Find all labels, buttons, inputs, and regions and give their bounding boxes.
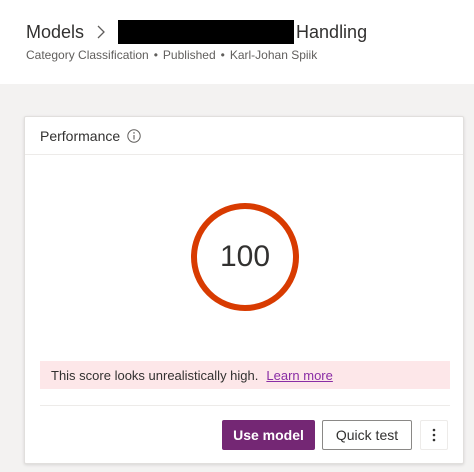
breadcrumb-models-link[interactable]: Models: [26, 22, 84, 43]
use-model-button[interactable]: Use model: [222, 420, 315, 450]
learn-more-link[interactable]: Learn more: [266, 368, 332, 383]
breadcrumb: Models Handling: [26, 19, 367, 45]
performance-title: Performance: [40, 127, 121, 144]
divider: [40, 405, 450, 406]
meta-author: Karl-Johan Spiik: [229, 48, 318, 62]
score-gauge: 100: [189, 201, 301, 313]
meta-separator: •: [153, 48, 158, 62]
warning-text: This score looks unrealistically high.: [51, 367, 259, 383]
redacted-block: [118, 20, 295, 44]
performance-card: Performance 100 This score looks unreali…: [24, 116, 464, 464]
quick-test-button[interactable]: Quick test: [322, 420, 412, 450]
more-options-button[interactable]: [420, 420, 448, 450]
chevron-right-icon: [97, 25, 105, 39]
meta-status: Published: [162, 48, 216, 62]
score-warning-banner: This score looks unrealistically high. L…: [40, 361, 450, 389]
performance-card-header: Performance: [25, 117, 463, 155]
meta-separator: •: [220, 48, 225, 62]
score-value: 100: [219, 240, 271, 273]
info-icon[interactable]: [127, 128, 141, 143]
model-meta: Category Classification • Published • Karl-J…: [26, 48, 317, 62]
meta-category: Category Classification: [26, 48, 149, 62]
more-vertical-icon: [432, 428, 436, 442]
breadcrumb-current: Handling: [296, 21, 368, 42]
page-header: Models Handling Category Classification •…: [0, 0, 474, 84]
